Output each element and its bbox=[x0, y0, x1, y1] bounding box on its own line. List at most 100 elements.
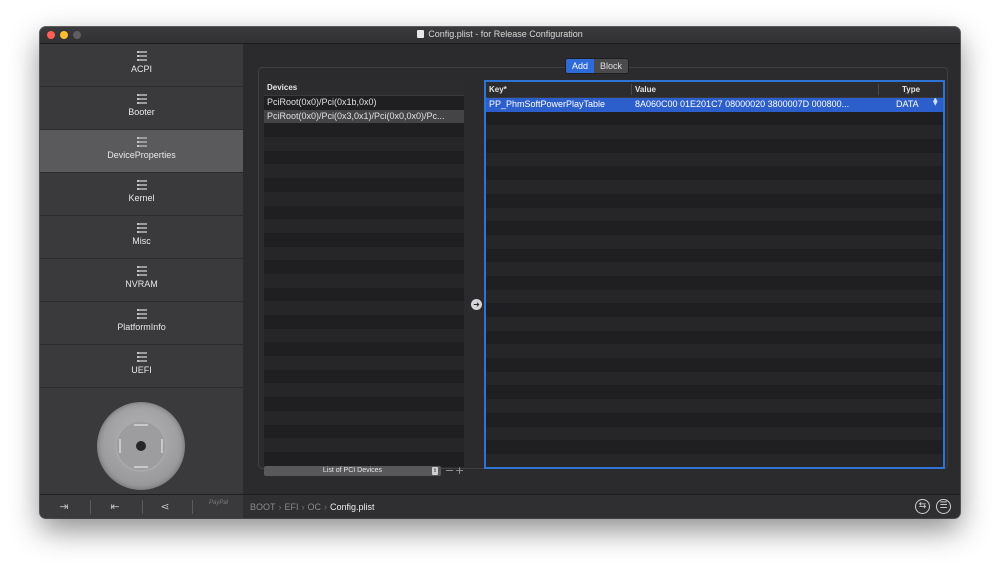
sidebar-item-uefi[interactable]: UEFI bbox=[40, 345, 243, 388]
list-icon bbox=[136, 180, 147, 190]
window-title: Config.plist - for Release Configuration bbox=[40, 29, 960, 39]
breadcrumb-separator: › bbox=[278, 502, 282, 512]
window-title-text: Config.plist - for Release Configuration bbox=[428, 29, 583, 39]
app-window: Config.plist - for Release Configuration… bbox=[40, 27, 960, 518]
sidebar-item-nvram[interactable]: NVRAM bbox=[40, 259, 243, 302]
export-icon[interactable]: ⇤ bbox=[109, 501, 121, 513]
empty-row bbox=[486, 317, 943, 331]
share-icon[interactable]: ⋖ bbox=[159, 501, 171, 513]
empty-row bbox=[264, 342, 464, 356]
breadcrumb-current[interactable]: Config.plist bbox=[330, 502, 375, 512]
sidebar-item-platforminfo[interactable]: PlatformInfo bbox=[40, 302, 243, 345]
column-divider bbox=[631, 84, 632, 95]
empty-row bbox=[264, 191, 464, 206]
breadcrumb-item[interactable]: BOOT bbox=[250, 502, 276, 512]
empty-row bbox=[264, 123, 464, 137]
title-bar: Config.plist - for Release Configuration bbox=[40, 27, 960, 44]
devices-footer: List of PCI Devices ⇕ − + bbox=[264, 465, 464, 477]
link-icon[interactable]: ⇆ bbox=[915, 499, 930, 514]
type-column-header[interactable]: Type bbox=[902, 82, 920, 97]
empty-row bbox=[264, 452, 464, 466]
empty-row bbox=[486, 344, 943, 359]
empty-row bbox=[486, 453, 943, 467]
sidebar: ACPI Booter DeviceProperties Kernel Misc… bbox=[40, 44, 243, 494]
property-value[interactable]: 8A060C00 01E201C7 08000020 3800007D 0008… bbox=[635, 98, 875, 112]
empty-row bbox=[486, 358, 943, 372]
empty-row bbox=[264, 370, 464, 384]
empty-row bbox=[264, 273, 464, 288]
list-icon bbox=[136, 266, 147, 276]
sidebar-item-label: UEFI bbox=[131, 365, 152, 375]
empty-row bbox=[264, 233, 464, 247]
sidebar-item-kernel[interactable]: Kernel bbox=[40, 173, 243, 216]
property-key[interactable]: PP_PhmSoftPowerPlayTable bbox=[489, 98, 629, 112]
empty-row bbox=[486, 289, 943, 304]
sidebar-item-label: Booter bbox=[128, 107, 155, 117]
add-block-segmented-control: Add Block bbox=[565, 58, 630, 74]
empty-row bbox=[264, 356, 464, 370]
empty-row bbox=[486, 139, 943, 153]
chevron-updown-icon[interactable]: ▲ ▼ bbox=[933, 98, 940, 107]
empty-row bbox=[486, 249, 943, 263]
empty-row bbox=[264, 410, 464, 425]
list-view-icon[interactable]: ☰ bbox=[936, 499, 951, 514]
breadcrumb-item[interactable]: OC bbox=[308, 502, 322, 512]
pci-devices-select[interactable]: List of PCI Devices ⇕ bbox=[264, 466, 441, 476]
empty-row bbox=[264, 383, 464, 398]
properties-header-row: Key* Value Type bbox=[486, 82, 943, 98]
sidebar-item-acpi[interactable]: ACPI bbox=[40, 44, 243, 87]
dial-mark bbox=[161, 439, 163, 453]
empty-row bbox=[486, 426, 943, 441]
list-icon bbox=[136, 94, 147, 104]
segment-add[interactable]: Add bbox=[566, 59, 595, 73]
sidebar-item-label: DeviceProperties bbox=[107, 150, 176, 160]
breadcrumb-separator: › bbox=[324, 502, 328, 512]
breadcrumb-item[interactable]: EFI bbox=[285, 502, 299, 512]
empty-row bbox=[486, 194, 943, 208]
device-row[interactable]: PciRoot(0x0)/Pci(0x1b,0x0) bbox=[264, 96, 464, 110]
empty-row bbox=[264, 397, 464, 411]
import-icon[interactable]: ⇥ bbox=[58, 501, 70, 513]
empty-row bbox=[486, 125, 943, 140]
property-type[interactable]: DATA bbox=[896, 98, 919, 112]
add-device-button[interactable]: + bbox=[455, 465, 464, 476]
empty-row bbox=[486, 276, 943, 290]
segment-block[interactable]: Block bbox=[594, 59, 629, 73]
list-icon bbox=[136, 51, 147, 61]
arrow-right-icon[interactable]: ➜ bbox=[471, 299, 482, 310]
empty-row bbox=[486, 221, 943, 235]
device-row-selected[interactable]: PciRoot(0x0)/Pci(0x3,0x1)/Pci(0x0,0x0)/P… bbox=[264, 109, 464, 124]
list-icon bbox=[136, 137, 147, 147]
sidebar-item-misc[interactable]: Misc bbox=[40, 216, 243, 259]
empty-row bbox=[264, 260, 464, 274]
list-icon bbox=[136, 223, 147, 233]
sidebar-item-deviceproperties[interactable]: DeviceProperties bbox=[40, 130, 243, 173]
list-icon bbox=[136, 352, 147, 362]
empty-row bbox=[264, 219, 464, 233]
sidebar-item-label: NVRAM bbox=[125, 279, 158, 289]
empty-row bbox=[264, 164, 464, 179]
sidebar-footer: ⇥ ⇤ ⋖ PayPal bbox=[40, 495, 243, 518]
empty-row bbox=[486, 234, 943, 249]
empty-row bbox=[264, 206, 464, 220]
paypal-donate-link[interactable]: PayPal bbox=[209, 500, 228, 507]
remove-device-button[interactable]: − bbox=[445, 465, 454, 476]
sidebar-item-booter[interactable]: Booter bbox=[40, 87, 243, 130]
footer-divider bbox=[142, 500, 143, 514]
empty-row bbox=[486, 207, 943, 222]
value-column-header[interactable]: Value bbox=[635, 82, 656, 97]
empty-row bbox=[486, 331, 943, 345]
empty-row bbox=[486, 112, 943, 126]
empty-row bbox=[264, 425, 464, 439]
empty-row bbox=[486, 440, 943, 454]
devices-column-header[interactable]: Devices bbox=[264, 80, 464, 96]
main-content: Add Block Devices PciRoot(0x0)/Pci(0x1b,… bbox=[244, 44, 960, 494]
sidebar-item-label: ACPI bbox=[130, 64, 152, 74]
key-column-header[interactable]: Key* bbox=[489, 82, 507, 97]
empty-row bbox=[486, 180, 943, 194]
column-divider bbox=[878, 84, 879, 95]
property-row-selected[interactable]: PP_PhmSoftPowerPlayTable 8A060C00 01E201… bbox=[486, 98, 943, 112]
dial-mark bbox=[134, 466, 148, 468]
empty-row bbox=[264, 178, 464, 192]
dial-center-dot bbox=[136, 441, 146, 451]
